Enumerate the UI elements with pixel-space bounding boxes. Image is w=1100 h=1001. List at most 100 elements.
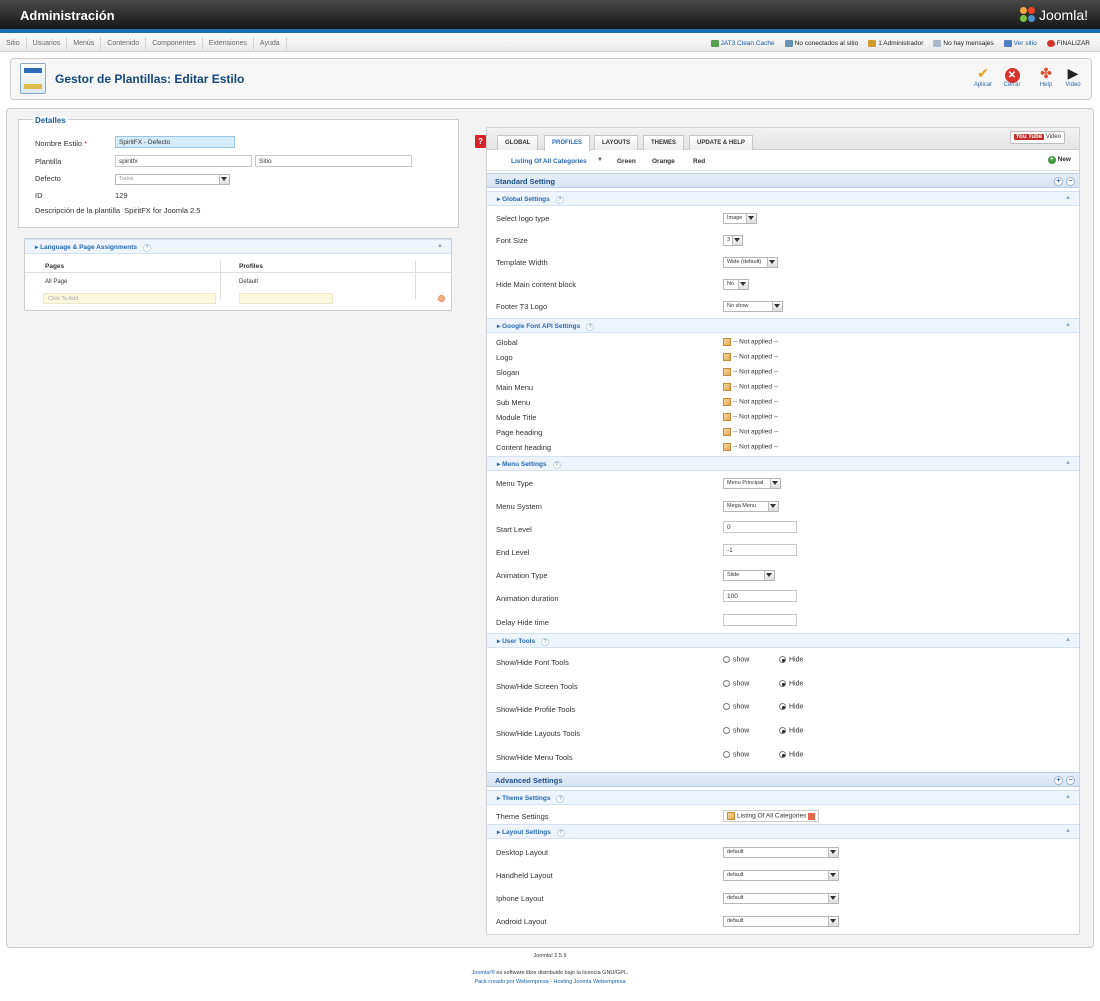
hide-radio[interactable]: Hide [779, 751, 803, 758]
youtube-video-button[interactable]: You Tube Video [1009, 131, 1065, 144]
help-icon[interactable]: ? [143, 244, 151, 252]
font-setting-link[interactable]: -- Not applied -- [723, 368, 778, 376]
tab-update-help[interactable]: UPDATE & HELP [689, 135, 753, 150]
android-layout-select[interactable]: default [723, 916, 839, 927]
close-button[interactable]: ✕ Cerrar [1000, 64, 1024, 88]
hide-radio[interactable]: Hide [779, 656, 803, 663]
collapse-icon[interactable]: ▲ [1065, 637, 1071, 643]
hide-radio[interactable]: Hide [779, 703, 803, 710]
help-icon[interactable]: ? [556, 795, 565, 803]
theme-settings-link[interactable]: Listing Of All Categories [723, 810, 820, 822]
font-setting-link[interactable]: -- Not applied -- [723, 428, 778, 436]
menu-system-select[interactable]: Mega Menu [723, 501, 779, 512]
start-level-input[interactable]: 0 [723, 521, 797, 533]
apply-button[interactable]: ✔ Aplicar [971, 64, 995, 88]
collapse-icon[interactable]: − [1066, 177, 1075, 186]
expand-icon[interactable]: + [1054, 177, 1063, 186]
help-icon[interactable]: ? [541, 638, 550, 646]
font-setting-link[interactable]: -- Not applied -- [723, 383, 778, 391]
clean-cache-link[interactable]: JAT3 Clean Cache [710, 40, 775, 47]
collapse-icon[interactable]: ▲ [1065, 322, 1071, 328]
expand-icon[interactable]: + [1054, 776, 1063, 785]
menu-componentes[interactable]: Componentes [146, 37, 203, 50]
menu-sitio[interactable]: Sitio [0, 37, 27, 50]
style-name-input[interactable]: SpiritFX - Defecto [115, 136, 235, 148]
tab-layouts[interactable]: LAYOUTS [594, 135, 639, 150]
font-setting-link[interactable]: -- Not applied -- [723, 353, 778, 361]
remove-icon[interactable] [438, 295, 445, 302]
default-select[interactable]: Todos [115, 174, 230, 185]
desktop-layout-select[interactable]: default [723, 847, 839, 858]
font-setting-link[interactable]: -- Not applied -- [723, 443, 778, 451]
theme-settings-header[interactable]: ▸ Theme Settings? ▲ [487, 790, 1079, 805]
show-radio[interactable]: show [723, 656, 749, 663]
template-width-select[interactable]: Wide (default) [723, 257, 778, 268]
show-radio[interactable]: show [723, 680, 749, 687]
tab-themes[interactable]: THEMES [643, 135, 685, 150]
advanced-settings-header[interactable]: Advanced Settings + − [487, 772, 1079, 787]
profile-current[interactable]: Listing Of All Categories [511, 158, 587, 165]
font-size-select[interactable]: 3 [723, 235, 743, 246]
collapse-icon[interactable]: ▲ [1065, 828, 1071, 834]
global-settings-header[interactable]: ▸ Global Settings? ▲ [487, 191, 1079, 206]
remove-icon[interactable] [808, 812, 816, 820]
help-icon[interactable]: ? [552, 461, 561, 469]
menu-menus[interactable]: Menús [67, 37, 102, 50]
profile-green[interactable]: Green [617, 158, 636, 165]
video-button[interactable]: ▶ Video [1061, 64, 1085, 88]
show-radio[interactable]: show [723, 751, 749, 758]
menu-settings-header[interactable]: ▸ Menu Settings? ▲ [487, 456, 1079, 471]
collapse-icon[interactable]: ▲ [437, 243, 443, 249]
credits-link[interactable]: Pack creado por Webempresa - Hosting Joo… [0, 979, 1100, 985]
user-tools-header[interactable]: ▸ User Tools? ▲ [487, 633, 1079, 648]
collapse-icon[interactable]: ▲ [1065, 460, 1071, 466]
animation-duration-input[interactable]: 100 [723, 590, 797, 602]
help-question-icon[interactable]: ? [475, 135, 486, 148]
delay-hide-input[interactable] [723, 614, 797, 626]
help-button[interactable]: ✤ Help [1034, 64, 1058, 88]
hide-main-select[interactable]: No [723, 279, 749, 290]
profile-dropdown-icon[interactable]: ▼ [597, 157, 603, 163]
show-radio[interactable]: show [723, 727, 749, 734]
font-setting-link[interactable]: -- Not applied -- [723, 413, 778, 421]
client-field[interactable]: Sitio [255, 155, 412, 167]
collapse-icon[interactable]: ▲ [1065, 195, 1071, 201]
menu-extensiones[interactable]: Extensiones [203, 37, 254, 50]
collapse-icon[interactable]: − [1066, 776, 1075, 785]
end-level-input[interactable]: -1 [723, 544, 797, 556]
font-setting-link[interactable]: -- Not applied -- [723, 398, 778, 406]
logo-type-select[interactable]: Image [723, 213, 757, 224]
tab-global[interactable]: GLOBAL [497, 135, 539, 150]
iphone-layout-select[interactable]: default [723, 893, 839, 904]
collapse-icon[interactable]: ▲ [1065, 794, 1071, 800]
menu-type-select[interactable]: Menu Principal [723, 478, 781, 489]
assignments-header[interactable]: ▸ Language & Page Assignments? ▲ [25, 239, 451, 254]
messages-link[interactable]: No hay mensajes [933, 40, 994, 47]
add-profile-input[interactable] [239, 293, 333, 304]
hide-radio[interactable]: Hide [779, 727, 803, 734]
help-icon[interactable]: ? [586, 323, 595, 331]
standard-setting-header[interactable]: Standard Setting + − [487, 173, 1079, 188]
hide-radio[interactable]: Hide [779, 680, 803, 687]
profile-orange[interactable]: Orange [652, 158, 675, 165]
logout-link[interactable]: FINALIZAR [1046, 40, 1090, 47]
add-page-input[interactable]: Click To Add [43, 293, 216, 304]
handheld-layout-select[interactable]: default [723, 870, 839, 881]
layout-settings-header[interactable]: ▸ Layout Settings? ▲ [487, 824, 1079, 839]
menu-ayuda[interactable]: Ayuda [254, 37, 287, 50]
view-site-link[interactable]: Ver sitio [1003, 40, 1037, 47]
joomla-logo[interactable]: Joomla! [1019, 7, 1088, 23]
help-icon[interactable]: ? [555, 196, 564, 204]
animation-type-select[interactable]: Slide [723, 570, 775, 581]
template-field[interactable]: spiritfx [115, 155, 252, 167]
google-font-header[interactable]: ▸ Google Font API Settings? ▲ [487, 318, 1079, 333]
footer-logo-select[interactable]: No show [723, 301, 783, 312]
menu-contenido[interactable]: Contenido [101, 37, 147, 50]
joomla-link[interactable]: Joomla!® [472, 970, 495, 976]
new-profile-button[interactable]: + New [1047, 156, 1071, 164]
profile-red[interactable]: Red [693, 158, 705, 165]
tab-profiles[interactable]: PROFILES [544, 135, 591, 151]
help-icon[interactable]: ? [556, 829, 565, 837]
font-setting-link[interactable]: -- Not applied -- [723, 338, 778, 346]
menu-usuarios[interactable]: Usuarios [27, 37, 68, 50]
